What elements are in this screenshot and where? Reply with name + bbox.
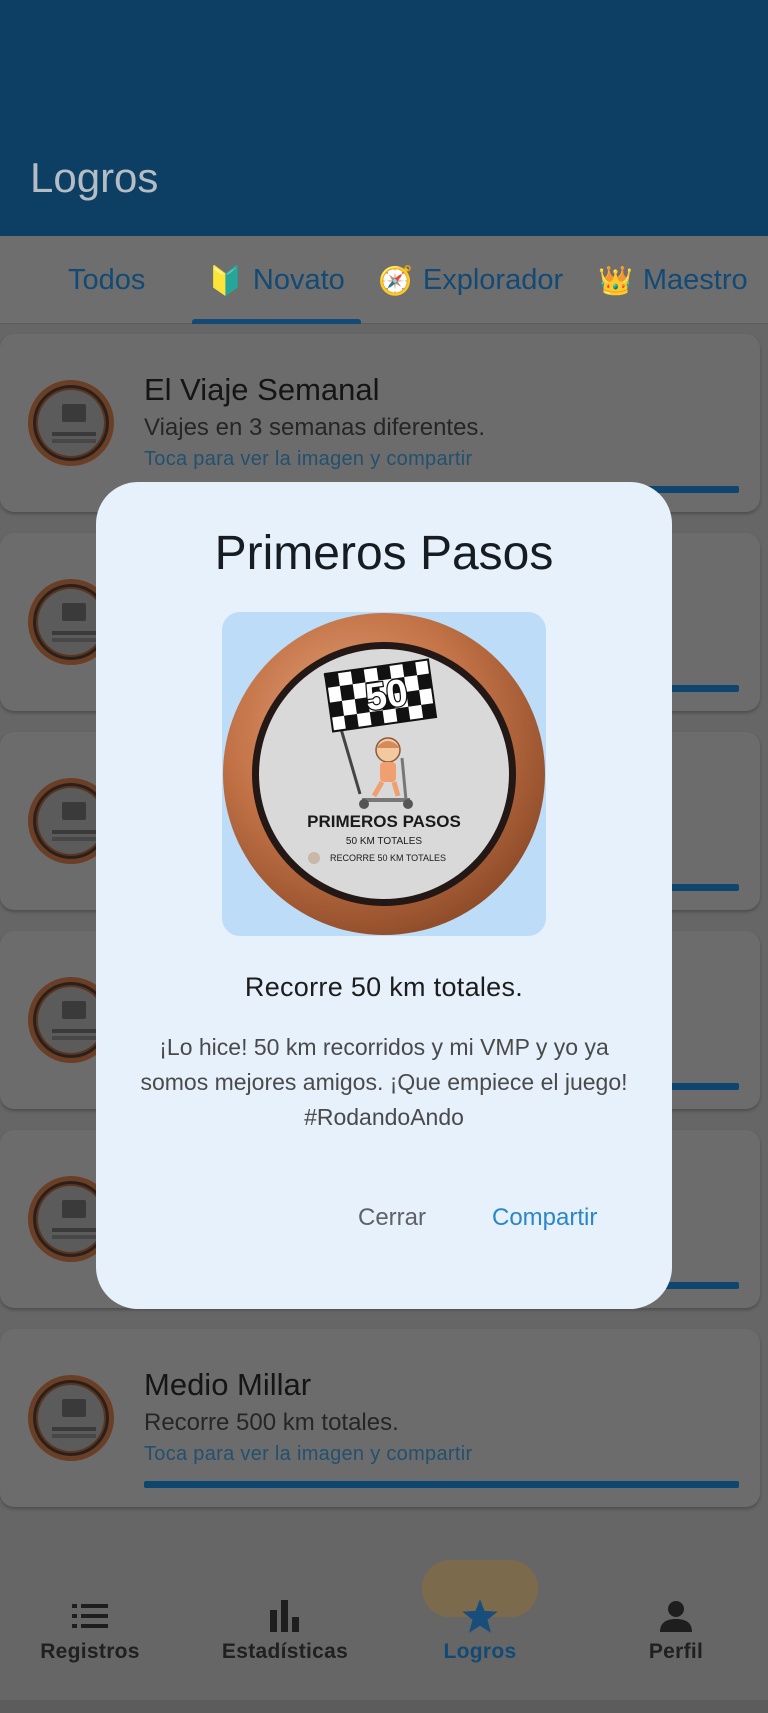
close-button[interactable]: Cerrar (358, 1204, 426, 1232)
nav-label: Registros (40, 1640, 140, 1663)
bar-chart-icon (255, 1598, 315, 1634)
tab-label: Maestro (642, 263, 748, 296)
progress-bar (144, 1481, 739, 1488)
view-share-link[interactable]: Toca para ver la imagen y compartir (144, 448, 472, 471)
view-share-link[interactable]: Toca para ver la imagen y compartir (144, 1443, 472, 1466)
nav-logros[interactable]: Logros (390, 1560, 570, 1700)
badge-caption: RECORRE 50 KM TOTALES (330, 853, 446, 863)
bottom-navigation: Registros Estadísticas Logros Perfil (0, 1560, 768, 1700)
badge-title: PRIMEROS PASOS (307, 812, 461, 831)
medal-icon (28, 380, 114, 466)
achievement-badge-image: 50 PRIMEROS PASOS 50 KM TOTALES RECORRE … (222, 612, 546, 936)
tab-maestro[interactable]: 👑 Maestro (598, 236, 748, 324)
achievement-title: El Viaje Semanal (144, 372, 380, 407)
list-icon (60, 1598, 120, 1634)
tab-label: Explorador (422, 263, 564, 296)
tab-label: Todos (68, 263, 146, 296)
achievement-title: Medio Millar (144, 1367, 312, 1402)
nav-registros[interactable]: Registros (0, 1560, 180, 1700)
compass-icon: 🧭 (378, 264, 413, 296)
achievement-description: Recorre 50 km totales. (244, 972, 524, 1002)
beginner-icon: 🔰 (208, 264, 243, 296)
app-bar: Logros (0, 0, 768, 236)
nav-label: Perfil (648, 1640, 704, 1663)
system-gesture-area (0, 1700, 768, 1713)
crown-icon: 👑 (598, 264, 633, 296)
tab-todos[interactable]: Todos (68, 236, 145, 324)
nav-perfil[interactable]: Perfil (586, 1560, 766, 1700)
medal-icon (28, 1375, 114, 1461)
badge-number: 50 (363, 672, 411, 719)
nav-label: Estadísticas (221, 1640, 349, 1663)
person-icon (646, 1598, 706, 1634)
nav-estadisticas[interactable]: Estadísticas (190, 1560, 380, 1700)
achievement-description: Viajes en 3 semanas diferentes. (144, 414, 486, 441)
share-message: ¡Lo hice! 50 km recorridos y mi VMP y yo… (140, 1034, 628, 1130)
achievement-description: Recorre 500 km totales. (144, 1409, 399, 1436)
achievement-dialog: Primeros Pasos 50 PRIMEROS PASOS 50 KM T… (96, 482, 672, 1309)
tab-explorador[interactable]: 🧭 Explorador (378, 236, 563, 324)
share-button[interactable]: Compartir (492, 1204, 597, 1232)
tab-bar: Todos 🔰 Novato 🧭 Explorador 👑 Maestro (0, 236, 768, 324)
achievement-card[interactable]: Medio Millar Recorre 500 km totales. Toc… (0, 1329, 760, 1507)
badge-subtitle: 50 KM TOTALES (346, 836, 422, 847)
star-icon (450, 1598, 510, 1634)
nav-label: Logros (443, 1640, 517, 1663)
tab-label: Novato (252, 263, 345, 296)
tab-novato[interactable]: 🔰 Novato (192, 236, 361, 324)
page-title: Logros (30, 154, 159, 201)
dialog-title: Primeros Pasos (214, 527, 554, 580)
